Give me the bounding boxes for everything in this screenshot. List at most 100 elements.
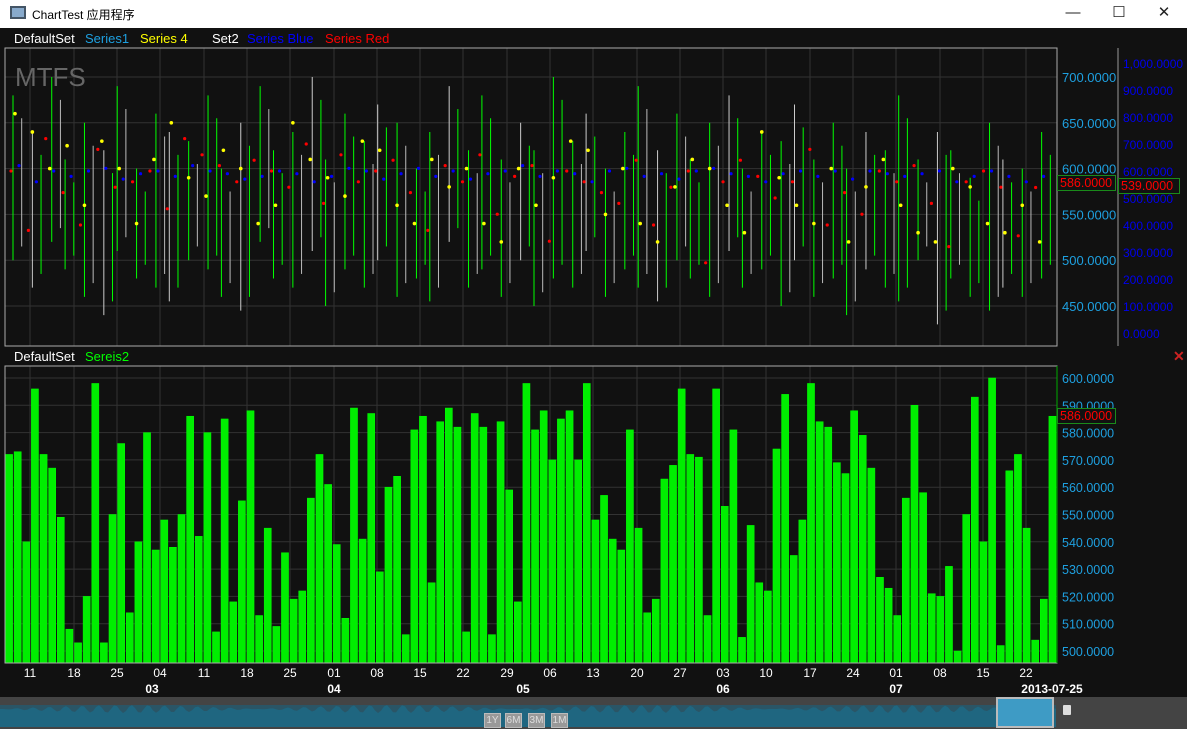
series2-bar — [695, 456, 703, 664]
watermark: MTFS — [15, 62, 86, 92]
series2-bar — [807, 383, 815, 664]
legend-series1[interactable]: Series1 — [85, 31, 129, 46]
series2-bar — [600, 495, 608, 664]
series4-point — [82, 203, 87, 208]
series4-point — [1037, 240, 1042, 244]
title-bar: ChartTest 应用程序 — ☐ ✕ — [0, 0, 1187, 28]
series2-bar — [470, 413, 479, 664]
x-day-tick: 17 — [803, 666, 817, 680]
series-blue-point — [52, 169, 56, 173]
series4-point — [447, 185, 451, 189]
series2-bar — [824, 426, 833, 664]
series-blue-point — [764, 180, 768, 184]
chart-canvas[interactable]: 700.0000 650.0000 600.0000 550.0000 500.0000… — [0, 28, 1187, 729]
series2-bar — [307, 497, 315, 664]
series4-point — [430, 157, 434, 162]
series2-bar — [945, 566, 953, 664]
series2-bar — [100, 642, 108, 664]
series-red-point — [96, 147, 100, 151]
legend-series-blue[interactable]: Series Blue — [247, 31, 313, 46]
navigator-handle[interactable] — [996, 697, 1054, 728]
minimize-button[interactable]: — — [1050, 0, 1096, 28]
series2-bar — [988, 377, 996, 664]
series2-bar — [729, 429, 738, 664]
series-red-point — [825, 223, 829, 227]
series4-point — [777, 175, 781, 180]
range-button-1m[interactable]: 1M — [551, 713, 568, 728]
series4-point — [638, 221, 642, 226]
series2-bar — [281, 552, 289, 664]
series-red-point — [669, 185, 673, 189]
series4-point — [47, 166, 52, 171]
series2-bar — [134, 541, 143, 664]
series4-point — [65, 143, 69, 148]
series-blue-point — [382, 177, 386, 181]
series4-point — [499, 240, 504, 244]
series4-point — [655, 240, 660, 244]
chart-stage[interactable]: 700.0000 650.0000 600.0000 550.0000 500.0000… — [0, 28, 1187, 729]
series4-point — [291, 121, 295, 125]
series2-bar — [936, 596, 945, 664]
series-blue-point — [989, 169, 994, 173]
series4-point — [186, 175, 191, 180]
series2-bar — [125, 612, 134, 664]
series2-bar — [505, 489, 514, 664]
series2-bar — [419, 415, 427, 664]
series4-point — [256, 221, 260, 226]
series2-bar — [1005, 470, 1014, 664]
series4-point — [308, 157, 313, 162]
series-red-point — [808, 147, 812, 151]
navigator[interactable] — [0, 697, 1187, 729]
series2-bar — [315, 454, 324, 664]
series2-bar — [65, 628, 74, 664]
series2-bar — [643, 612, 651, 664]
series-red-point — [756, 174, 760, 178]
series4-point — [204, 194, 208, 198]
legend-series2[interactable]: Sereis2 — [85, 349, 129, 364]
series-red-point — [217, 164, 221, 168]
series2-bar — [376, 571, 384, 664]
series2-bar — [522, 383, 531, 664]
series-red-point — [547, 239, 551, 243]
series-blue-point — [712, 166, 716, 170]
series2-bar — [789, 555, 798, 664]
series2-bar — [608, 538, 617, 664]
close-button[interactable]: ✕ — [1141, 0, 1187, 28]
series-blue-point — [486, 172, 490, 176]
series-blue-point — [555, 169, 559, 173]
x-day-tick: 20 — [630, 666, 644, 680]
lower-axis-tick: 580.0000 — [1062, 427, 1114, 441]
legend-series-red[interactable]: Series Red — [325, 31, 389, 46]
range-button-6m[interactable]: 6M — [505, 713, 522, 728]
right-axis-tick: 500.0000 — [1123, 192, 1173, 206]
series-red-point — [773, 196, 777, 200]
maximize-button[interactable]: ☐ — [1096, 0, 1142, 28]
series2-bar — [48, 467, 56, 664]
legend-series4[interactable]: Series 4 — [140, 31, 188, 46]
x-month-tick: 06 — [716, 682, 730, 696]
range-button-1y[interactable]: 1Y — [484, 713, 501, 728]
series-red-point — [947, 245, 951, 249]
series-red-point — [964, 180, 968, 184]
series2-bar — [996, 645, 1005, 664]
series2-bar — [686, 454, 695, 664]
series2-bar — [393, 476, 401, 664]
x-day-tick: 15 — [976, 666, 990, 680]
x-day-tick: 25 — [110, 666, 124, 680]
series4-point — [377, 148, 382, 153]
series4-point — [968, 185, 972, 189]
series2-bar — [203, 432, 212, 664]
series2-bar — [427, 582, 436, 664]
lock-icon[interactable] — [1063, 705, 1071, 715]
series2-bar — [117, 443, 125, 664]
series4-point — [673, 185, 677, 189]
series2-bar — [626, 429, 634, 664]
range-button-3m[interactable]: 3M — [528, 713, 545, 728]
series-blue-point — [34, 180, 38, 184]
series-red-point — [460, 180, 465, 184]
right-axis-tick: 900.0000 — [1123, 84, 1173, 98]
series2-bar — [764, 590, 772, 664]
close-panel-icon[interactable]: ✕ — [1173, 348, 1185, 365]
series-red-point — [565, 169, 569, 173]
series-red-point — [860, 212, 864, 216]
